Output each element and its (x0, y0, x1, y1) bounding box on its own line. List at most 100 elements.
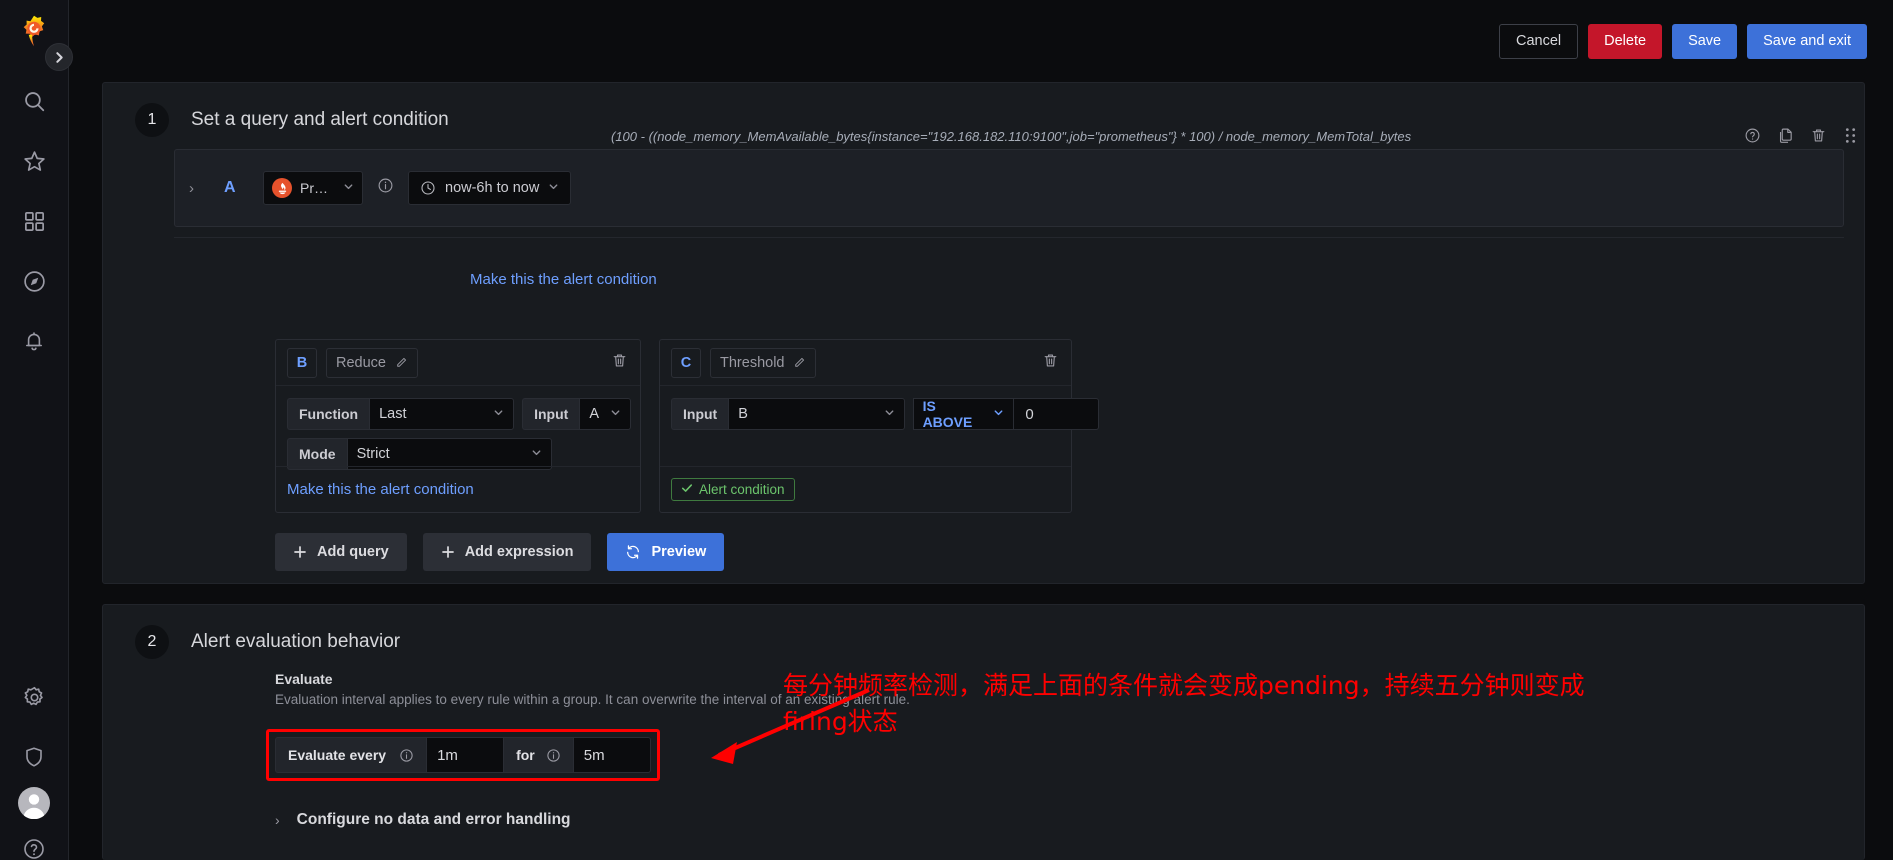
reduce-mode-value: Strict (356, 446, 390, 462)
cancel-button[interactable]: Cancel (1499, 23, 1579, 59)
expression-b-type-label: Reduce (336, 354, 386, 371)
datasource-name: Pr… (300, 180, 328, 196)
add-query-label: Add query (317, 544, 389, 560)
query-row-actions (1744, 127, 1858, 149)
alert-condition-badge-label: Alert condition (699, 482, 785, 497)
help-icon[interactable] (17, 832, 51, 860)
clock-icon (420, 180, 436, 196)
expression-b-type[interactable]: Reduce (326, 347, 418, 378)
evaluate-every-highlight-box: Evaluate every 1m for 5m (266, 729, 660, 781)
chevron-down-icon (884, 407, 895, 421)
grafana-app: Cancel Delete Save Save and exit 1 Set a… (0, 0, 1893, 860)
evaluate-label: Evaluate (275, 671, 333, 687)
expression-card-b-reduce: B Reduce Function Last Input A Mode Stri… (275, 339, 641, 513)
avatar[interactable] (18, 787, 50, 819)
expression-c-type-label: Threshold (720, 354, 785, 371)
main-content: Cancel Delete Save Save and exit 1 Set a… (69, 0, 1893, 860)
expression-card-c-threshold: C Threshold Input B IS ABOVE 0 Alert con… (659, 339, 1100, 513)
dashboards-icon[interactable] (17, 204, 51, 238)
check-icon (681, 482, 693, 497)
reduce-function-value: Last (379, 406, 407, 422)
threshold-operator-select[interactable]: IS ABOVE (912, 398, 1015, 430)
grafana-logo-icon[interactable] (17, 14, 51, 53)
gear-icon[interactable] (17, 680, 51, 714)
duplicate-query-icon[interactable] (1777, 127, 1794, 149)
refresh-icon (625, 544, 641, 560)
query-help-icon[interactable] (1744, 127, 1761, 149)
reduce-function-label: Function (287, 398, 370, 430)
delete-expression-c-icon[interactable] (1042, 352, 1059, 374)
time-range-picker[interactable]: now-6h to now (408, 171, 572, 205)
add-query-button[interactable]: Add query (275, 533, 407, 571)
prometheus-icon (272, 178, 292, 198)
pencil-icon (793, 356, 806, 369)
explore-icon[interactable] (17, 264, 51, 298)
alert-condition-badge: Alert condition (671, 478, 795, 501)
preview-label: Preview (651, 544, 707, 560)
info-icon[interactable] (546, 748, 561, 763)
expression-b-header: B Reduce (276, 340, 640, 386)
pencil-icon (395, 356, 408, 369)
add-expression-button[interactable]: Add expression (422, 533, 592, 571)
reduce-input-select[interactable]: A (579, 398, 632, 430)
save-and-exit-button[interactable]: Save and exit (1747, 23, 1867, 59)
bell-icon[interactable] (17, 324, 51, 358)
reduce-input-label: Input (522, 398, 580, 430)
chevron-down-icon (343, 181, 354, 195)
step1-panel: 1 Set a query and alert condition › A Pr… (102, 82, 1865, 584)
reduce-function-select[interactable]: Last (369, 398, 515, 430)
evaluate-every-group: Evaluate every 1m for 5m (275, 737, 651, 773)
threshold-value-input[interactable]: 0 (1014, 398, 1100, 430)
evaluate-every-label: Evaluate every (288, 747, 387, 763)
make-alert-condition-b-link[interactable]: Make this the alert condition (287, 481, 474, 498)
left-nav-rail (0, 0, 73, 860)
chevron-down-icon (548, 181, 559, 195)
for-input[interactable]: 5m (572, 737, 651, 773)
expression-c-header: C Threshold (660, 340, 1071, 386)
chevron-right-icon: › (275, 812, 280, 828)
step1-number: 1 (135, 103, 169, 137)
expression-refid-c: C (671, 347, 701, 378)
expand-nav-button[interactable] (45, 43, 73, 71)
chevron-down-icon (993, 407, 1004, 421)
configure-no-data-label: Configure no data and error handling (296, 811, 571, 828)
star-icon[interactable] (17, 144, 51, 178)
expression-refid-b: B (287, 347, 317, 378)
threshold-input-select[interactable]: B (728, 398, 905, 430)
info-icon[interactable] (399, 748, 414, 763)
query-panel-divider (174, 237, 1844, 238)
threshold-input-label: Input (671, 398, 729, 430)
expression-c-footer: Alert condition (660, 466, 1071, 512)
time-range-value: now-6h to now (445, 180, 540, 196)
threshold-input-row: Input B IS ABOVE 0 (671, 398, 1100, 430)
datasource-picker[interactable]: Pr… (263, 171, 363, 205)
for-label-group: for (504, 737, 573, 773)
delete-query-icon[interactable] (1810, 127, 1827, 149)
drag-handle-icon[interactable] (1843, 127, 1858, 149)
evaluate-every-input[interactable]: 1m (426, 737, 505, 773)
delete-expression-b-icon[interactable] (611, 352, 628, 374)
chevron-down-icon (493, 407, 504, 421)
search-icon[interactable] (17, 84, 51, 118)
step2-number: 2 (135, 625, 169, 659)
shield-icon[interactable] (17, 740, 51, 774)
expression-c-type[interactable]: Threshold (710, 347, 817, 378)
preview-button[interactable]: Preview (607, 533, 725, 571)
step2-header: 2 Alert evaluation behavior (103, 605, 1864, 659)
query-refid-a: A (224, 179, 236, 196)
threshold-input-value: B (738, 406, 748, 422)
query-info-icon[interactable] (377, 177, 394, 199)
query-expression-text: (100 - ((node_memory_MemAvailable_bytes{… (611, 129, 1411, 144)
make-alert-condition-a-link[interactable]: Make this the alert condition (470, 271, 657, 288)
configure-no-data-toggle[interactable]: › Configure no data and error handling (275, 811, 571, 829)
chevron-down-icon (531, 447, 542, 461)
delete-button[interactable]: Delete (1588, 23, 1663, 59)
top-action-bar: Cancel Delete Save Save and exit (69, 0, 1893, 82)
add-expression-label: Add expression (464, 544, 574, 560)
chevron-right-icon[interactable]: › (189, 180, 207, 197)
step1-title: Set a query and alert condition (191, 109, 449, 130)
for-label: for (516, 747, 535, 763)
save-button[interactable]: Save (1672, 23, 1738, 59)
reduce-input-value: A (589, 406, 599, 422)
expression-c-body: Input B IS ABOVE 0 (660, 386, 1100, 450)
